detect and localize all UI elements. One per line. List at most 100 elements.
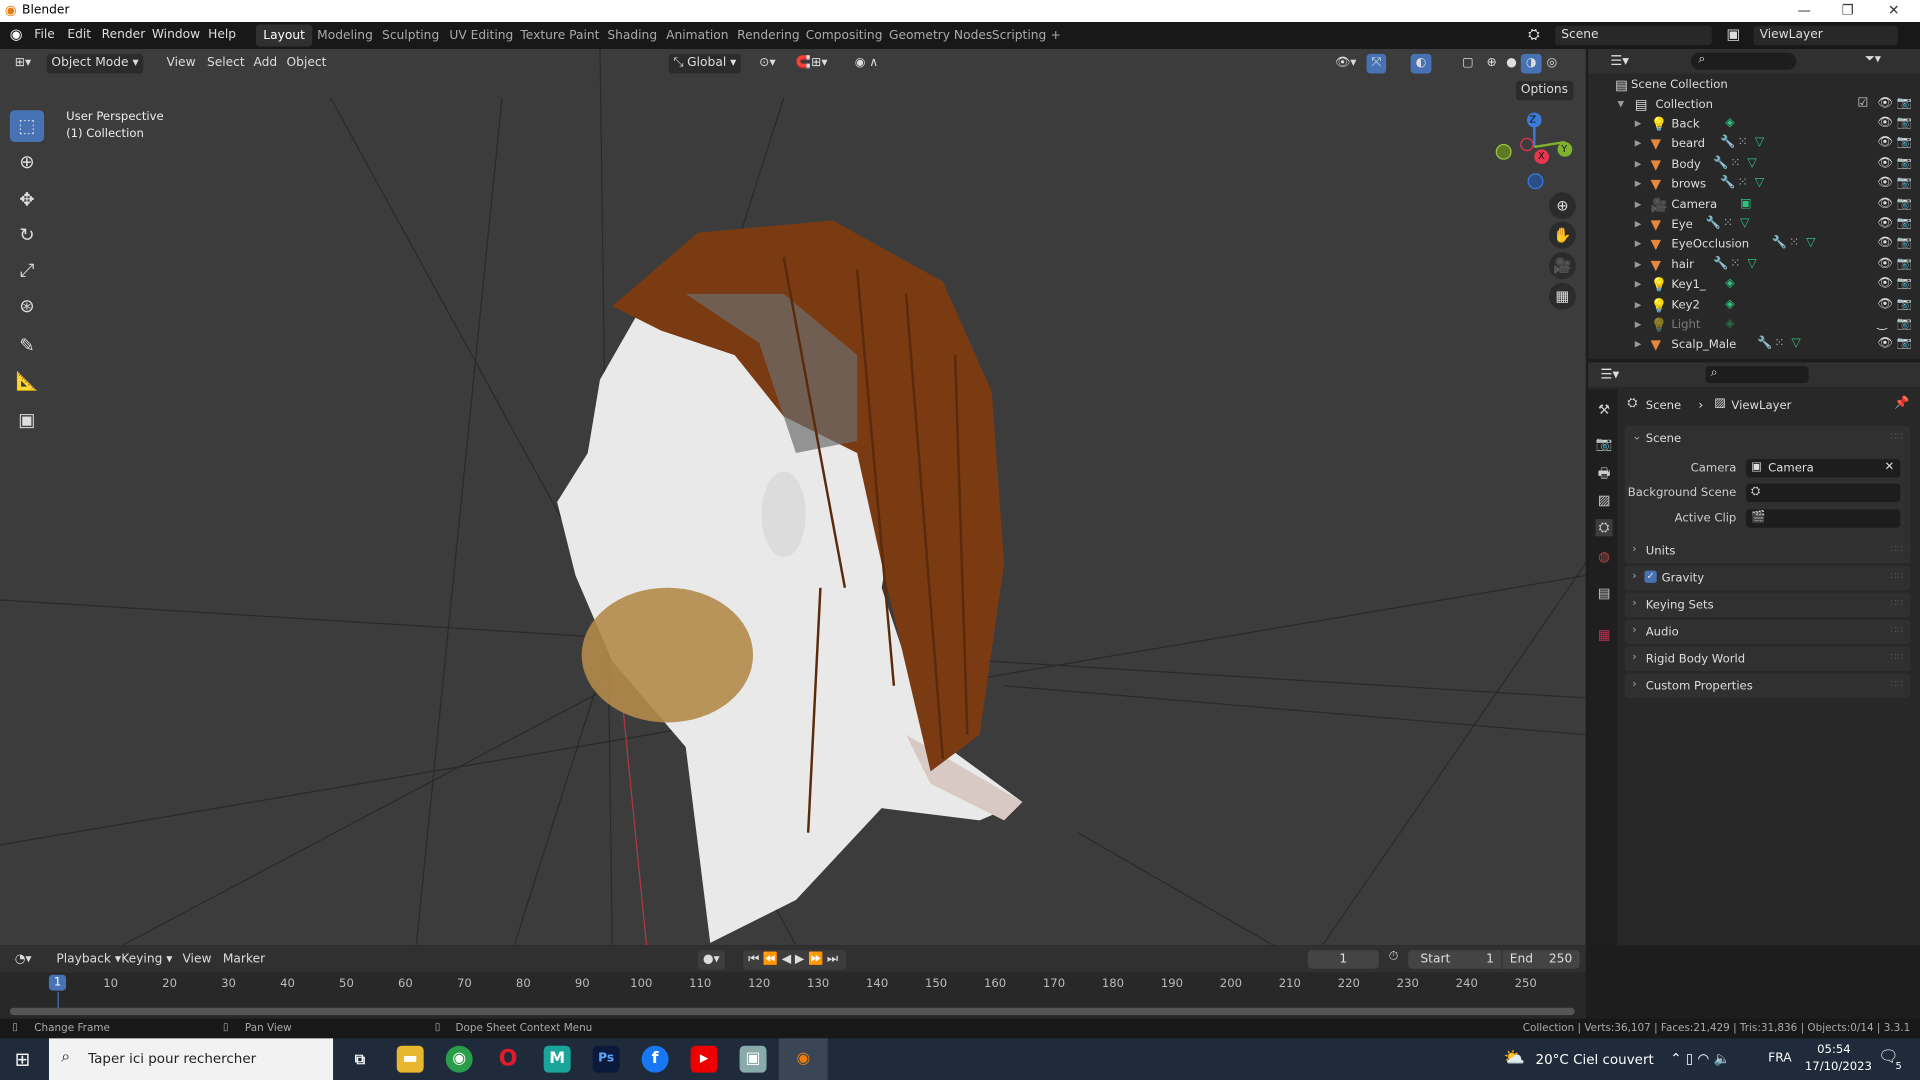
mesh-data-icon[interactable]: ▽ xyxy=(1747,257,1756,270)
material-shading-icon[interactable]: ◑ xyxy=(1520,53,1542,74)
camera-data-icon[interactable]: ▣ xyxy=(1740,197,1752,210)
perspective-grid-icon[interactable]: ▦ xyxy=(1548,282,1576,310)
render-camera-icon[interactable]: 📷 xyxy=(1897,277,1912,290)
drag-grip-icon[interactable]: ∷∷ xyxy=(1890,624,1902,635)
outliner-item[interactable]: ▶ 💡 Light ◈ ‿ 📷 xyxy=(1588,316,1920,336)
properties-search-input[interactable]: ⌕ xyxy=(1705,366,1809,384)
camera-view-icon[interactable]: 🎥 xyxy=(1548,252,1576,280)
expand-icon[interactable]: ▶ xyxy=(1635,159,1642,169)
filter-icon[interactable]: ⏷▾ xyxy=(1865,53,1881,66)
expand-icon[interactable]: ▶ xyxy=(1635,179,1642,189)
pivot-icon[interactable]: ⊙▾ xyxy=(754,54,780,74)
menu-window[interactable]: Window xyxy=(152,28,200,41)
proportional-edit-icon[interactable]: ◉ ∧ xyxy=(850,54,883,74)
mesh-data-icon[interactable]: ▽ xyxy=(1806,237,1815,250)
rotate-tool[interactable]: ↻ xyxy=(10,219,44,251)
annotate-tool[interactable]: ✎ xyxy=(10,329,44,361)
measure-tool[interactable]: 📐 xyxy=(10,365,44,397)
minimize-button[interactable]: — xyxy=(1798,2,1811,18)
render-camera-icon[interactable]: 📷 xyxy=(1897,136,1912,149)
scene-selector[interactable]: Scene xyxy=(1555,25,1712,46)
facebook-icon[interactable]: f xyxy=(641,1045,669,1073)
orientation-selector[interactable]: ⤡ Global ▾ xyxy=(668,53,742,74)
outliner-item[interactable]: ▶ ▼ EyeOcclusion 🔧 ⁙ ▽ 👁 📷 xyxy=(1588,236,1920,256)
mode-selector[interactable]: Object Mode ▾ xyxy=(46,53,144,74)
eye-icon[interactable]: 👁 xyxy=(1877,257,1893,270)
task-view-icon[interactable]: ⧉ xyxy=(347,1046,374,1073)
clock-time[interactable]: 05:54 xyxy=(1817,1043,1851,1056)
zoom-icon[interactable]: ⊕ xyxy=(1548,192,1576,220)
exclude-checkbox[interactable]: ☑ xyxy=(1858,97,1869,110)
outliner-item[interactable]: ▶ ▼ Body 🔧 ⁙ ▽ 👁 📷 xyxy=(1588,155,1920,175)
scene-icon[interactable]: ⛭ xyxy=(1528,26,1540,44)
tab-modeling[interactable]: Modeling xyxy=(310,24,380,46)
menu-render[interactable]: Render xyxy=(102,28,146,41)
panel-keying-sets[interactable]: › Keying Sets ∷∷ xyxy=(1624,592,1911,618)
expand-icon[interactable]: ▶ xyxy=(1635,119,1642,129)
outliner-item[interactable]: ▶ 🎥 Camera ▣ 👁 📷 xyxy=(1588,195,1920,215)
eye-icon[interactable]: 👁 xyxy=(1877,116,1893,129)
panel-rigid-body-world[interactable]: › Rigid Body World ∷∷ xyxy=(1624,646,1911,672)
modifier-wrench-icon[interactable]: 🔧 xyxy=(1713,257,1728,270)
expand-icon[interactable]: ▶ xyxy=(1635,199,1642,209)
timeline-scrollbar[interactable] xyxy=(9,1007,1575,1016)
scene-panel-title[interactable]: Scene xyxy=(1646,432,1681,445)
add-cube-tool[interactable]: ▣ xyxy=(10,404,44,436)
menu-add[interactable]: Add xyxy=(249,54,283,74)
render-camera-icon[interactable]: 📷 xyxy=(1897,97,1912,110)
modifier-wrench-icon[interactable]: 🔧 xyxy=(1706,217,1721,230)
mesh-data-icon[interactable]: ▽ xyxy=(1755,177,1764,190)
eye-icon[interactable]: 👁 xyxy=(1877,197,1893,210)
solid-shading-icon[interactable]: ● xyxy=(1501,54,1521,74)
tab-compositing[interactable]: Compositing xyxy=(798,24,889,46)
clock-date[interactable]: 17/10/2023 xyxy=(1805,1060,1872,1073)
language-indicator[interactable]: FRA xyxy=(1768,1052,1791,1065)
transform-tool[interactable]: ⊛ xyxy=(10,290,44,322)
outliner-item[interactable]: ▶ 💡 Key1_ ◈ 👁 📷 xyxy=(1588,276,1920,296)
eye-icon[interactable]: 👁 xyxy=(1877,97,1893,110)
light-data-icon[interactable]: ◈ xyxy=(1725,297,1734,310)
modifier-wrench-icon[interactable]: 🔧 xyxy=(1757,337,1772,350)
youtube-icon[interactable]: ▶ xyxy=(690,1045,718,1073)
tab-geometry-nodes[interactable]: Geometry Nodes xyxy=(882,24,1000,46)
drag-grip-icon[interactable]: ∷∷ xyxy=(1890,571,1902,582)
modifier-wrench-icon[interactable]: 🔧 xyxy=(1772,237,1787,250)
file-explorer-icon[interactable]: ▬ xyxy=(396,1045,424,1073)
tray-icons[interactable]: ⌃ ▯ ◠ 🔈 xyxy=(1670,1051,1730,1067)
blender-menu-icon[interactable]: ◉ xyxy=(10,26,23,43)
gravity-checkbox[interactable]: ✓ xyxy=(1644,570,1657,583)
render-camera-icon[interactable]: 📷 xyxy=(1897,177,1912,190)
render-camera-icon[interactable]: 📷 xyxy=(1897,337,1912,350)
scale-tool[interactable]: ⤢ xyxy=(10,255,44,287)
pan-hand-icon[interactable]: ✋ xyxy=(1548,221,1576,249)
eye-icon[interactable]: 👁 xyxy=(1877,217,1893,230)
outliner-item[interactable]: ▶ 💡 Back ◈ 👁 📷 xyxy=(1588,115,1920,135)
panel-units[interactable]: › Units ∷∷ xyxy=(1624,538,1911,564)
drag-grip-icon[interactable]: ∷∷ xyxy=(1890,651,1902,662)
move-tool[interactable]: ✥ xyxy=(10,184,44,216)
light-data-icon[interactable]: ◈ xyxy=(1725,317,1734,330)
outliner-item[interactable]: ▶ ▼ brows 🔧 ⁙ ▽ 👁 📷 xyxy=(1588,175,1920,195)
drag-grip-icon[interactable]: ∷∷ xyxy=(1890,544,1902,555)
editor-type-icon[interactable]: ⊞▾ xyxy=(10,54,36,74)
add-workspace-button[interactable]: + xyxy=(1043,24,1068,46)
taskbar-search-input[interactable]: ⌕ Taper ici pour rechercher xyxy=(48,1038,334,1080)
render-camera-icon[interactable]: 📷 xyxy=(1897,217,1912,230)
menu-file[interactable]: File xyxy=(34,28,54,41)
snap-icon[interactable]: 🧲⊞▾ xyxy=(791,54,832,74)
particles-icon[interactable]: ⁙ xyxy=(1723,217,1733,230)
render-camera-icon[interactable]: 📷 xyxy=(1897,317,1912,330)
mesh-data-icon[interactable]: ▽ xyxy=(1747,156,1756,169)
eye-icon[interactable]: 👁 xyxy=(1877,136,1893,149)
eye-icon[interactable]: 👁 xyxy=(1877,237,1893,250)
particles-icon[interactable]: ⁙ xyxy=(1730,156,1740,169)
editor-type-icon[interactable]: ☰▾ xyxy=(1600,366,1619,382)
tab-rendering[interactable]: Rendering xyxy=(730,24,807,46)
3d-viewport[interactable]: ⊞▾ Object Mode ▾ View Select Add Object … xyxy=(0,48,1586,946)
photoshop-icon[interactable]: Ps xyxy=(592,1045,620,1073)
wireframe-shading-icon[interactable]: ⊕ xyxy=(1482,54,1502,74)
tab-uv-editing[interactable]: UV Editing xyxy=(442,24,521,46)
outliner-item[interactable]: ▶ ▼ hair 🔧 ⁙ ▽ 👁 📷 xyxy=(1588,256,1920,276)
tab-texture-paint[interactable]: Texture Paint xyxy=(513,24,607,46)
mesh-data-icon[interactable]: ▽ xyxy=(1755,136,1764,149)
